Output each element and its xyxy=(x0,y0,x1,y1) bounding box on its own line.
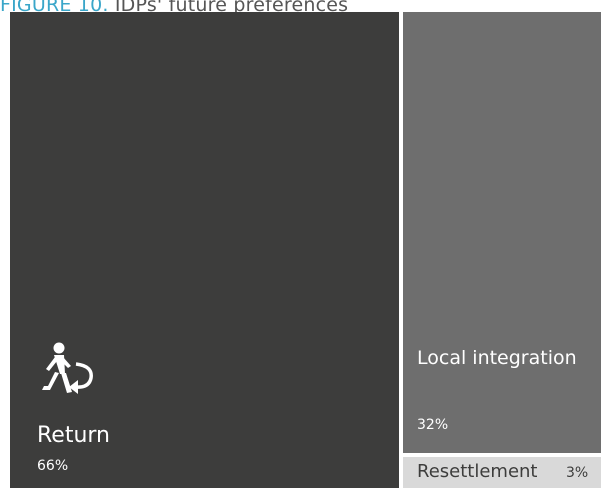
tile-value-resettlement: 3% xyxy=(566,465,589,481)
tile-resettlement: Resettlement 3% xyxy=(403,457,601,488)
treemap-chart: Return 66% Local integration 32% Resettl… xyxy=(10,12,601,488)
walking-person-return-icon xyxy=(42,342,93,394)
tile-label-local-integration: Local integration xyxy=(417,347,577,369)
tile-local-integration: Local integration 32% xyxy=(403,12,601,453)
tile-label-return: Return xyxy=(37,423,111,448)
tile-value-return: 66% xyxy=(37,458,69,474)
tile-label-resettlement: Resettlement xyxy=(417,461,538,482)
tile-return: Return 66% xyxy=(10,12,399,488)
tile-value-local-integration: 32% xyxy=(417,417,449,433)
